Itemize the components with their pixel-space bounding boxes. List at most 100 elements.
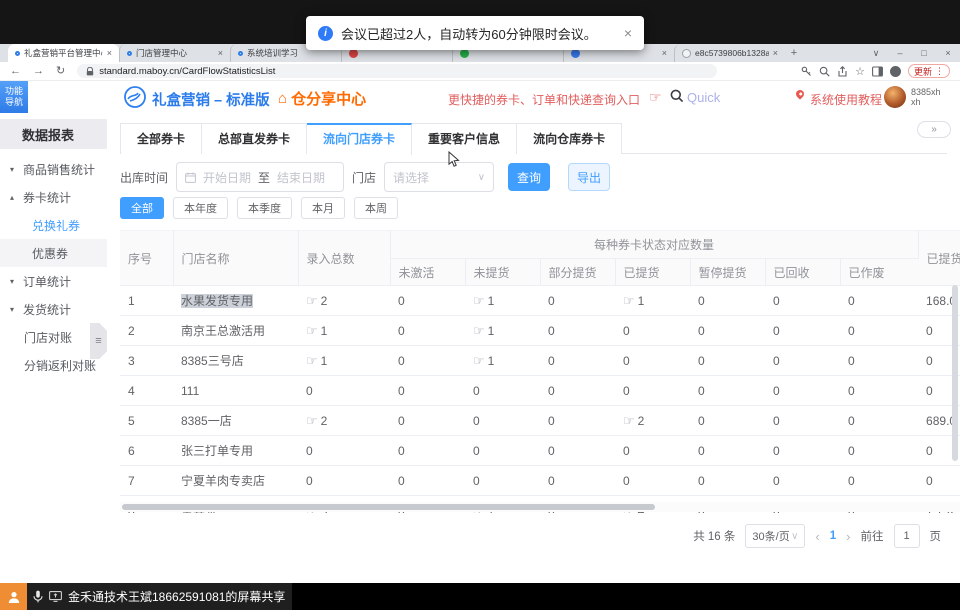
tab-key-customer-info[interactable]: 重要客户信息: [412, 123, 517, 154]
row-index-cell: 1: [120, 286, 173, 316]
tab-store-flow-cards[interactable]: 流向门店券卡: [307, 123, 412, 155]
export-button[interactable]: 导出: [568, 163, 610, 191]
warehouse-icon: ⌂: [278, 91, 287, 106]
screen-share-bar: 金禾通技术王斌18662591081的屏幕共享: [0, 583, 960, 610]
key-icon[interactable]: [801, 66, 812, 77]
count-link-cell[interactable]: ☞1: [298, 316, 390, 346]
sidebar-item-discount-coupons[interactable]: 优惠券: [0, 239, 107, 267]
cell-value: 0: [698, 354, 705, 368]
table-row: 1水果发货专用☞20☞10☞1000168.0: [120, 286, 960, 316]
current-page[interactable]: 1: [830, 530, 836, 542]
cell-value: 2: [321, 414, 328, 428]
sidebar-item-card-stats[interactable]: ▴券卡统计: [0, 183, 107, 211]
tab-close-icon[interactable]: ×: [773, 48, 778, 58]
next-page-button[interactable]: ›: [846, 529, 850, 544]
update-label: 更新: [914, 65, 932, 78]
toast-close-icon[interactable]: ×: [624, 26, 632, 40]
forward-icon[interactable]: →: [33, 66, 44, 77]
quick-filter-button[interactable]: 本周: [354, 197, 398, 219]
sidebar-item-label: 门店对账: [24, 329, 72, 346]
brand-favicon-icon: [15, 51, 20, 56]
count-link-cell[interactable]: ☞1: [465, 286, 540, 316]
zoom-icon[interactable]: [819, 66, 830, 77]
count-cell: 0: [690, 466, 765, 496]
panel-collapse-button[interactable]: »: [917, 121, 951, 138]
side-panel-icon[interactable]: [872, 66, 883, 77]
kebab-menu-icon: ⋮: [935, 66, 944, 77]
page-size-select[interactable]: 30条/页 ∨: [745, 524, 805, 548]
quick-filter-button[interactable]: 全部: [120, 197, 164, 219]
count-link-cell[interactable]: ☞1: [298, 346, 390, 376]
sidebar-item-order-stats[interactable]: ▾订单统计: [0, 267, 107, 295]
browser-update-button[interactable]: 更新 ⋮: [908, 64, 950, 78]
microphone-icon[interactable]: [33, 590, 43, 603]
minimize-icon[interactable]: –: [888, 48, 912, 58]
tab-search-icon[interactable]: ∨: [864, 48, 888, 59]
sidebar-item-product-sales-stats[interactable]: ▾商品销售统计: [0, 155, 107, 183]
count-link-cell[interactable]: ☞1: [465, 316, 540, 346]
prev-page-button[interactable]: ‹: [815, 529, 819, 544]
tutorial-link[interactable]: 系统使用教程: [810, 91, 882, 108]
share-icon[interactable]: [837, 66, 848, 77]
cell-value: 0: [623, 384, 630, 398]
quick-search-icon[interactable]: [670, 89, 684, 103]
count-link-cell[interactable]: ☞2: [298, 286, 390, 316]
count-cell: 0: [298, 376, 390, 406]
cell-value: 0: [473, 384, 480, 398]
user-avatar[interactable]: [884, 86, 906, 108]
calendar-icon: [185, 172, 196, 183]
tab-hash[interactable]: e8c5739806b1328a258fd2e618×: [674, 44, 785, 62]
count-link-cell[interactable]: ☞2: [298, 406, 390, 436]
reload-icon[interactable]: ↻: [56, 66, 65, 77]
quick-filter-button[interactable]: 本月: [301, 197, 345, 219]
cell-value: 0: [926, 384, 933, 398]
tab-all-cards[interactable]: 全部券卡: [120, 123, 202, 154]
count-link-cell[interactable]: ☞1: [465, 346, 540, 376]
cell-value: 0: [548, 474, 555, 488]
tab-hq-direct-cards[interactable]: 总部直发券卡: [202, 123, 307, 154]
count-cell: 0: [298, 466, 390, 496]
cell-value: 0: [398, 354, 405, 368]
sidebar-item-shipping-stats[interactable]: ▾发货统计: [0, 295, 107, 323]
quick-label[interactable]: Quick: [687, 90, 720, 105]
vertical-scrollbar[interactable]: [952, 285, 958, 461]
count-link-cell[interactable]: ☞1: [615, 286, 690, 316]
url-field[interactable]: standard.maboy.cn/CardFlowStatisticsList: [77, 64, 717, 78]
count-cell: 0: [765, 286, 840, 316]
count-cell: 0: [615, 436, 690, 466]
screen-share-icon[interactable]: [49, 591, 62, 602]
count-cell: 0: [465, 406, 540, 436]
profile-avatar-icon[interactable]: [890, 66, 901, 77]
store-select[interactable]: 请选择 ∨: [384, 162, 494, 192]
tab-close-icon[interactable]: ×: [107, 48, 112, 58]
hand-icon: ☞: [623, 293, 635, 308]
bookmark-star-icon[interactable]: ☆: [855, 65, 865, 78]
close-icon[interactable]: ×: [936, 48, 960, 58]
sidebar-collapse-handle[interactable]: ≡: [90, 323, 107, 359]
date-range-input[interactable]: 开始日期 至 结束日期: [176, 162, 344, 192]
quick-filter-button[interactable]: 本季度: [237, 197, 292, 219]
store-name-cell: 8385一店: [173, 406, 298, 436]
count-link-cell[interactable]: ☞2: [615, 406, 690, 436]
tab-close-icon[interactable]: ×: [662, 48, 667, 58]
cell-value: 0: [773, 294, 780, 308]
group-column-header: 每种券卡状态对应数量: [390, 231, 918, 259]
sidebar-item-redeem-coupons[interactable]: 兑换礼券: [0, 211, 107, 239]
lock-icon: [86, 67, 94, 76]
tab-giftbox-admin[interactable]: 礼盒营销平台管理中心×: [8, 44, 119, 62]
tab-warehouse-flow-cards[interactable]: 流向仓库券卡: [517, 123, 622, 154]
horizontal-scrollbar-thumb[interactable]: [122, 504, 655, 510]
goto-page-input[interactable]: [894, 524, 920, 548]
filter-bar: 出库时间 开始日期 至 结束日期 门店 请选择 ∨ 查询 导出: [120, 162, 610, 192]
share-center-link[interactable]: ⌂ 仓分享中心: [278, 88, 366, 109]
quick-filter-button[interactable]: 本年度: [173, 197, 228, 219]
new-tab-button[interactable]: +: [785, 44, 803, 62]
meeting-toast: i 会议已超过2人，自动转为60分钟限时会议。 ×: [306, 16, 644, 50]
tab-store-admin[interactable]: 门店管理中心×: [119, 44, 230, 62]
search-button[interactable]: 查询: [508, 163, 550, 191]
count-cell: 0: [840, 286, 918, 316]
maximize-icon[interactable]: □: [912, 48, 936, 58]
function-nav-toggle[interactable]: 功能导航: [0, 81, 28, 113]
back-icon[interactable]: ←: [10, 66, 21, 77]
tab-close-icon[interactable]: ×: [218, 48, 223, 58]
